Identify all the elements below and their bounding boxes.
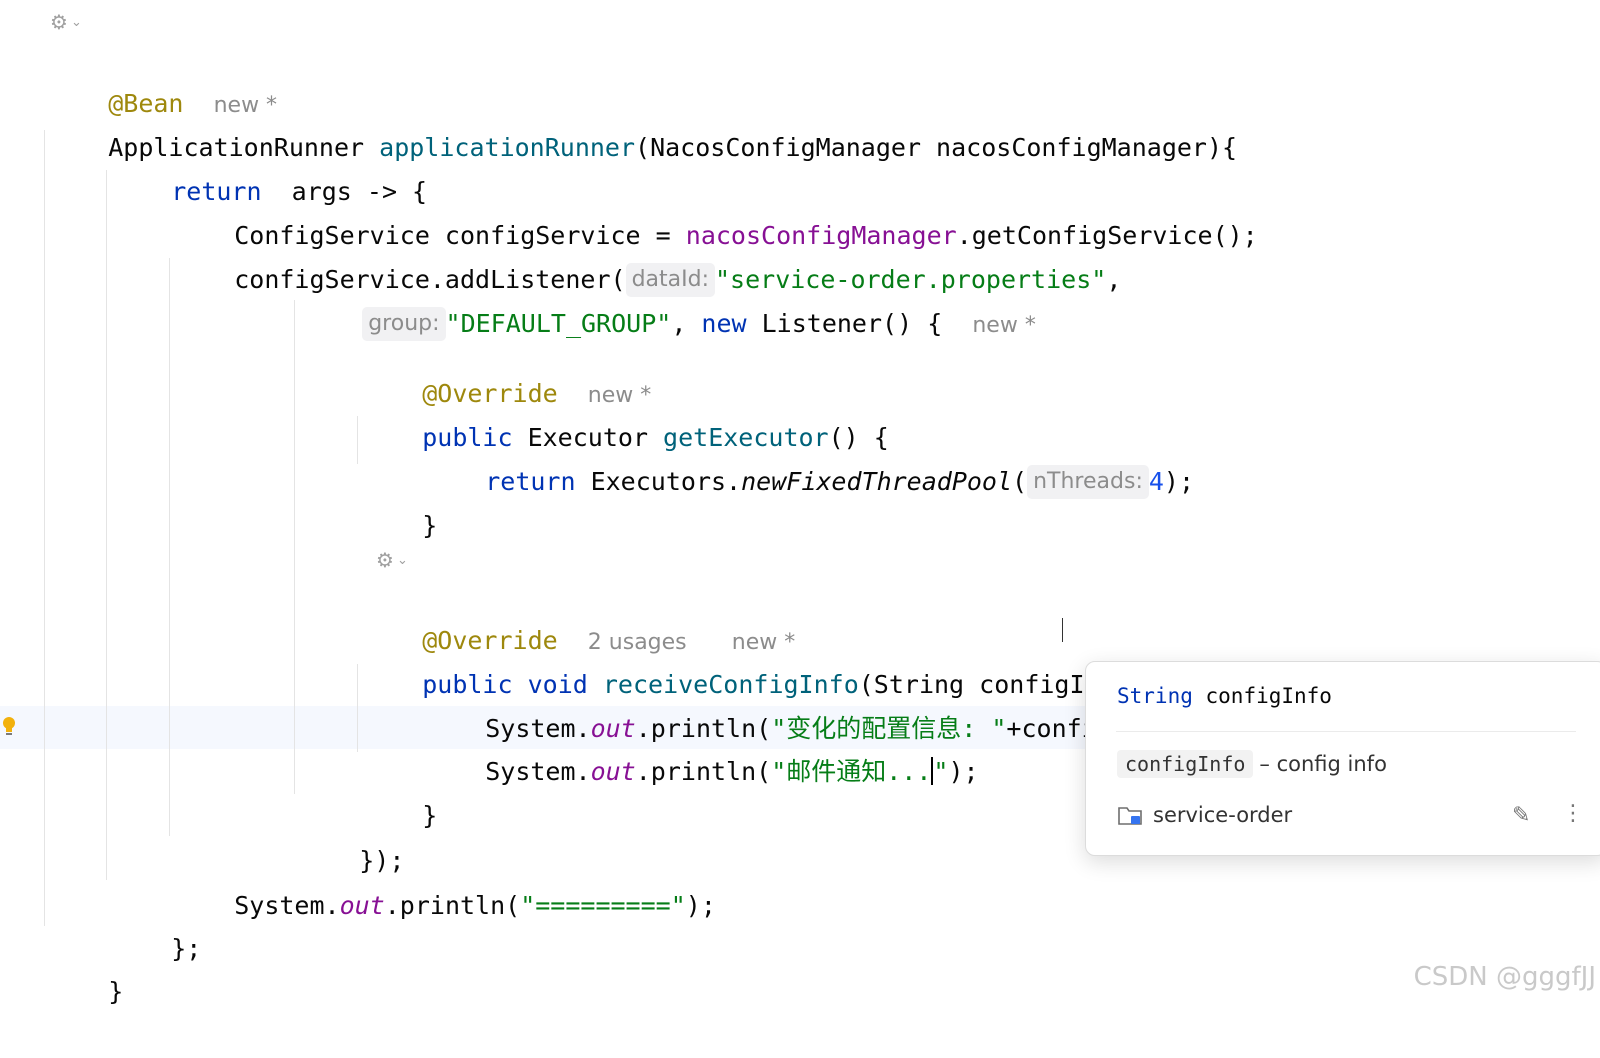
doc-param-code: configInfo (1117, 750, 1254, 778)
code-line: @Override new * (362, 328, 651, 408)
indent-guide (106, 170, 107, 880)
lightbulb-icon[interactable] (2, 716, 16, 738)
punct: ); (685, 891, 716, 920)
more-vertical-icon[interactable]: ⋮ (1562, 801, 1584, 826)
indent-guide (169, 258, 170, 836)
static-field: out (339, 891, 385, 920)
code-line: public Executor getExecutor() { (362, 372, 889, 452)
code-line: }); (299, 795, 404, 875)
quick-documentation-popup[interactable]: String configInfo configInfo – config inf… (1085, 661, 1600, 856)
indent-guide (357, 664, 358, 752)
doc-signature-type: String (1117, 684, 1193, 708)
number-literal: 4 (1148, 467, 1164, 496)
doc-separator (1116, 731, 1576, 732)
code-line: System.out.println("========="); (174, 840, 716, 920)
indent-guide (44, 130, 45, 926)
chevron-down-icon: ⌄ (70, 15, 82, 30)
punct: ); (1163, 467, 1195, 496)
keyword: new (701, 309, 747, 338)
module-name: service-order (1153, 803, 1293, 827)
code-line: configService.addListener(dataId: "servic… (174, 214, 1121, 297)
code-line: } (48, 926, 123, 1006)
inlay-hint-new[interactable]: new * (972, 313, 1035, 338)
punct: } (422, 511, 438, 540)
punct: ); (948, 757, 979, 786)
type-token: Executors. (575, 467, 742, 496)
method-call: .println( (384, 891, 521, 920)
doc-signature-name: configInfo (1205, 684, 1332, 708)
code-line: public void receiveConfigInfo(String con… (362, 619, 1175, 699)
code-line: ApplicationRunner applicationRunner(Naco… (48, 82, 1237, 162)
string-literal: " (933, 757, 949, 786)
type-token: System. (234, 891, 340, 920)
punct: } (422, 801, 438, 830)
static-method: newFixedThreadPool (741, 467, 1013, 496)
chevron-down-icon: ⌄ (396, 553, 408, 568)
code-line: System.out.println("邮件通知..."); (425, 706, 979, 786)
doc-description: configInfo – config info (1117, 750, 1387, 778)
watermark: CSDN @gggfJJ (1413, 962, 1596, 992)
code-line: group: "DEFAULT_GROUP", new Listener() { … (302, 258, 1036, 341)
type-token: System. (485, 757, 591, 786)
module-folder-icon (1118, 807, 1142, 825)
code-line: } (362, 750, 437, 830)
punct: } (108, 977, 124, 1006)
string-literal: "=========" (520, 891, 686, 920)
method-call: .println( (635, 757, 772, 786)
doc-module-link[interactable]: service-order (1117, 803, 1292, 827)
doc-param-text: – config info (1259, 752, 1387, 776)
code-line: System.out.println("变化的配置信息: "+configI (425, 663, 1127, 743)
code-line: ConfigService configService = nacosConfi… (174, 170, 1258, 250)
punct: , (671, 309, 702, 338)
indent-guide (357, 416, 358, 464)
punct: ( (1012, 467, 1028, 496)
type-token: Listener() { (746, 309, 943, 338)
keyword: return (485, 467, 576, 496)
indent-guide (294, 300, 295, 794)
code-line: return args -> { (111, 126, 427, 206)
generate-icon[interactable]: ⚙⌄ (50, 8, 82, 36)
code-line: return Executors.newFixedThreadPool(nThr… (425, 416, 1194, 499)
code-line: }; (111, 883, 201, 963)
static-field: out (590, 757, 636, 786)
code-line: @Override 2 usages new * (362, 575, 795, 655)
edit-pencil-icon[interactable]: ✎ (1512, 803, 1530, 828)
code-line: @Bean new * (48, 38, 277, 118)
doc-signature: String configInfo (1117, 684, 1332, 708)
params-token: (NacosConfigManager nacosConfigManager){ (635, 133, 1238, 162)
string-literal: "邮件通知... (771, 757, 932, 786)
param-hint-nThreads: nThreads: (1027, 465, 1149, 499)
code-editor[interactable]: ⚙⌄ ⚙⌄ ⚙⌄ @Bean new * ApplicationRunner a… (0, 0, 1600, 1027)
mouse-ibeam-cursor (1062, 618, 1073, 642)
punct: }; (171, 934, 202, 963)
code-line: } (362, 460, 437, 540)
punct: , (1106, 265, 1122, 294)
